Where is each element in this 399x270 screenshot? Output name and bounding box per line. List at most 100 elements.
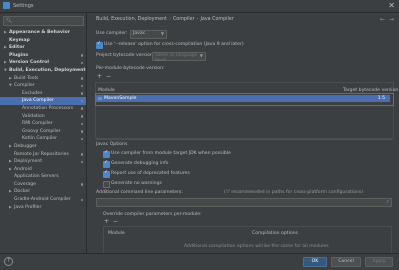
chevron-right-icon[interactable]: ▶	[9, 204, 12, 212]
sidebar-item-plugins[interactable]: Plugins	[0, 52, 86, 60]
sidebar-item-docker[interactable]: ▶ Docker	[0, 188, 86, 196]
override-header-options: Compilation options	[252, 231, 298, 236]
sidebar-item-label: Keymap	[9, 37, 30, 43]
sidebar-item-label: Build Tools	[14, 75, 39, 81]
dialog-footer: ? OK Cancel Apply	[0, 253, 399, 270]
help-icon[interactable]: ?	[4, 257, 13, 266]
sidebar-item-build-execution-deployment[interactable]: ▼ Build, Execution, Deployment	[0, 67, 86, 75]
chevron-right-icon[interactable]: ▶	[9, 143, 12, 151]
chevron-right-icon[interactable]: ▶	[9, 188, 12, 196]
remove-module-button[interactable]: −	[106, 73, 111, 80]
chevron-right-icon[interactable]: ▶	[4, 29, 7, 37]
sidebar-item-keymap[interactable]: Keymap	[0, 37, 86, 45]
settings-tree: ▶ Appearance & Behavior Keymap ▶ Editor Plugi…	[0, 29, 86, 211]
sidebar-item-label: Java Compiler	[22, 98, 54, 104]
chevron-down-icon: ▼	[160, 31, 164, 36]
project-bytecode-select[interactable]: Same as language level ▼	[152, 51, 206, 64]
project-level-icon	[80, 115, 83, 118]
settings-search-input[interactable]: 🔍︎	[3, 16, 84, 26]
additional-params-input[interactable]: ↗	[96, 197, 392, 207]
sidebar-item-debugger[interactable]: ▶ Debugger	[0, 143, 86, 151]
section-divider	[96, 139, 392, 140]
window-title: Settings	[13, 3, 34, 9]
sidebar-item-deployment[interactable]: ▶ Deployment	[0, 158, 86, 166]
option-label: Generate debugging info	[111, 160, 169, 166]
sidebar-item-android[interactable]: ▶ Android	[0, 166, 86, 174]
sidebar-item-label: Compiler	[14, 83, 35, 89]
sidebar-item-java-profiler[interactable]: ▶ Java Profiler	[0, 204, 86, 212]
chevron-down-icon[interactable]: ▼	[9, 82, 12, 90]
option-label: Generate no warnings	[111, 180, 162, 186]
forward-arrow-icon[interactable]: →	[389, 16, 394, 23]
project-level-icon	[80, 92, 83, 95]
sidebar-item-label: Version Control	[9, 60, 50, 66]
sidebar-item-label: Appearance & Behavior	[9, 30, 71, 35]
sidebar-item-gradle-android-compiler[interactable]: Gradle-Android Compiler	[0, 196, 86, 204]
chevron-right-icon[interactable]: ▶	[9, 158, 12, 166]
sidebar-item-build-tools[interactable]: ▶ Build Tools	[0, 75, 86, 83]
sidebar-item-appearance-behavior[interactable]: ▶ Appearance & Behavior	[0, 29, 86, 37]
title-bar: Settings ✕	[0, 0, 399, 13]
option-checkbox-no-warnings[interactable]	[103, 181, 110, 188]
javac-section-title: Javac Options	[96, 142, 128, 147]
sidebar-item-compiler[interactable]: ▼ Compiler	[0, 82, 86, 90]
release-option-label: Use '--release' option for cross-compila…	[104, 41, 244, 47]
breadcrumb-separator: ›	[169, 17, 171, 22]
project-level-icon	[80, 137, 83, 141]
project-level-icon	[80, 77, 83, 80]
back-arrow-icon[interactable]: ←	[380, 16, 385, 23]
sidebar-item-label: Kotlin Compiler	[22, 136, 57, 142]
sidebar-item-application-servers[interactable]: Application Servers	[0, 173, 86, 181]
add-module-button[interactable]: +	[97, 73, 102, 80]
project-level-icon	[80, 84, 83, 88]
breadcrumb-part: Compiler	[172, 17, 195, 22]
sidebar-item-java-compiler[interactable]: Java Compiler	[0, 97, 86, 105]
sidebar-item-editor[interactable]: ▶ Editor	[0, 44, 86, 52]
project-bytecode-label: Project bytecode version:	[96, 53, 155, 58]
sidebar-item-label: Debugger	[14, 143, 37, 149]
use-compiler-select[interactable]: Javac ▼	[130, 29, 167, 39]
sidebar-item-label: Deployment	[14, 159, 43, 165]
breadcrumb: Build, Execution, Deployment › Compiler › Ja…	[96, 17, 234, 22]
project-level-icon	[80, 61, 83, 65]
chevron-right-icon[interactable]: ▶	[4, 59, 7, 67]
sidebar-item-coverage[interactable]: Coverage	[0, 181, 86, 189]
sidebar-item-validation[interactable]: Validation	[0, 113, 86, 121]
sidebar-item-kotlin-compiler[interactable]: Kotlin Compiler	[0, 135, 86, 143]
chevron-right-icon[interactable]: ▶	[9, 166, 12, 174]
sidebar-item-version-control[interactable]: ▶ Version Control	[0, 59, 86, 67]
chevron-right-icon[interactable]: ▶	[4, 44, 7, 52]
project-level-icon	[80, 160, 83, 164]
sidebar-item-rmi-compiler[interactable]: RMI Compiler	[0, 120, 86, 128]
option-checkbox-deprecated[interactable]	[103, 170, 110, 178]
sidebar-item-label: Groovy Compiler	[22, 128, 61, 134]
chevron-right-icon[interactable]: ▶	[9, 75, 12, 83]
sidebar-item-label: Annotation Processors	[22, 105, 74, 111]
apply-button[interactable]: Apply	[365, 256, 393, 267]
chevron-down-icon[interactable]: ▼	[4, 67, 7, 75]
release-option-checkbox[interactable]	[96, 41, 103, 49]
sidebar-item-excludes[interactable]: Excludes	[0, 90, 86, 98]
expand-icon[interactable]: ↗	[386, 199, 389, 204]
sidebar-item-remote-jar-repositories[interactable]: Remote Jar Repositories	[0, 151, 86, 159]
option-checkbox-debug-info[interactable]	[103, 160, 110, 168]
ok-button[interactable]: OK	[303, 256, 327, 267]
sidebar-item-label: RMI Compiler	[22, 121, 53, 127]
remove-override-button[interactable]: −	[113, 218, 118, 225]
sidebar-item-label: Excludes	[22, 90, 43, 96]
add-override-button[interactable]: +	[104, 218, 109, 225]
sidebar-item-label: Coverage	[14, 181, 37, 187]
close-icon[interactable]: ✕	[388, 1, 395, 10]
breadcrumb-part: Build, Execution, Deployment	[96, 17, 168, 22]
sidebar-item-annotation-processors[interactable]: Annotation Processors	[0, 105, 86, 113]
project-level-icon	[80, 54, 83, 57]
override-footer-note: Additional compilation options will be t…	[184, 244, 329, 249]
sidebar-item-label: Build, Execution, Deployment	[9, 67, 86, 73]
project-bytecode-placeholder: Same as language level	[155, 53, 198, 64]
project-level-icon	[80, 130, 83, 133]
sidebar-item-label: Application Servers	[14, 174, 59, 180]
sidebar-item-label: Android	[14, 166, 32, 172]
cancel-button[interactable]: Cancel	[331, 256, 361, 267]
sidebar-item-groovy-compiler[interactable]: Groovy Compiler	[0, 128, 86, 136]
option-checkbox-module-jdk[interactable]	[103, 150, 110, 158]
